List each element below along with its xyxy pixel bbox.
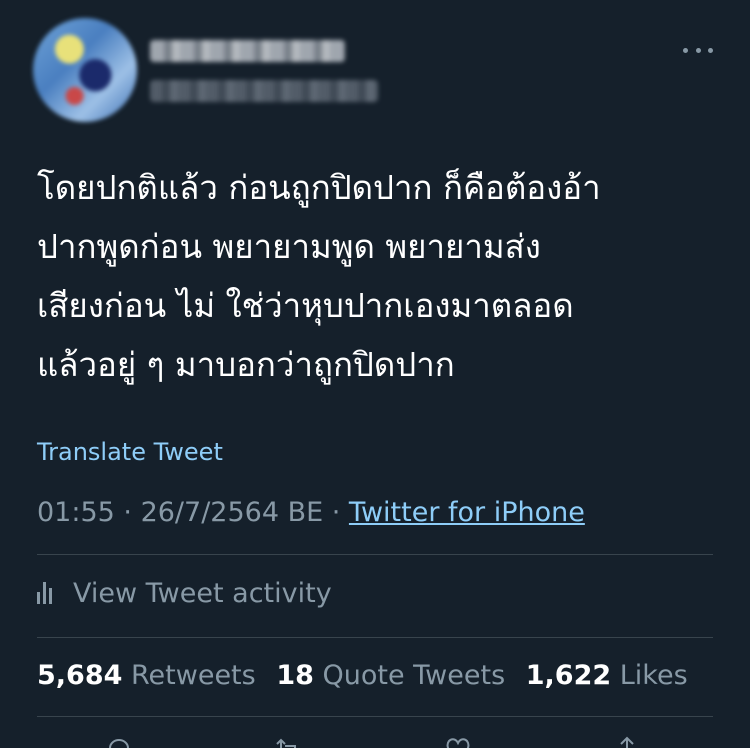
share-icon[interactable] — [612, 734, 642, 748]
divider — [37, 716, 713, 717]
likes-stat[interactable]: 1,622 Likes — [526, 660, 688, 691]
retweets-count: 5,684 — [37, 660, 123, 691]
tweet-action-bar — [0, 730, 750, 748]
quotes-label: Quote Tweets — [322, 660, 506, 691]
retweets-stat[interactable]: 5,684 Retweets — [37, 660, 256, 691]
meta-separator: · — [114, 497, 141, 528]
meta-separator: · — [323, 497, 349, 528]
likes-label: Likes — [619, 660, 688, 691]
more-horizontal-icon[interactable] — [683, 42, 713, 58]
author-name-blurred[interactable] — [150, 40, 345, 62]
like-icon[interactable] — [443, 734, 473, 748]
tweet-time[interactable]: 01:55 — [37, 497, 115, 528]
tweet-date[interactable]: 26/7/2564 BE — [141, 497, 324, 528]
reply-icon[interactable] — [104, 734, 134, 748]
tweet-text: โดยปกติแล้ว ก่อนถูกปิดปาก ก็คือต้องอ้า ป… — [37, 168, 601, 384]
retweets-label: Retweets — [131, 660, 256, 691]
retweet-icon[interactable] — [273, 734, 303, 748]
quotes-count: 18 — [276, 660, 314, 691]
avatar[interactable] — [33, 18, 137, 122]
translate-tweet-link[interactable]: Translate Tweet — [37, 438, 223, 466]
divider — [37, 554, 713, 555]
tweet-source-link[interactable]: Twitter for iPhone — [349, 497, 585, 528]
tweet-metadata: 01:55 · 26/7/2564 BE · Twitter for iPhon… — [37, 497, 585, 528]
likes-count: 1,622 — [525, 660, 612, 691]
quote-tweets-stat[interactable]: 18 Quote Tweets — [276, 660, 505, 691]
tweet-detail: โดยปกติแล้ว ก่อนถูกปิดปาก ก็คือต้องอ้า ป… — [0, 0, 750, 748]
engagement-stats: 5,684 Retweets 18 Quote Tweets 1,622 Lik… — [37, 660, 700, 691]
view-tweet-activity-button[interactable]: View Tweet activity — [37, 577, 332, 609]
analytics-bars-icon — [37, 582, 59, 604]
activity-label: View Tweet activity — [73, 577, 332, 609]
author-handle-blurred[interactable] — [150, 80, 378, 102]
divider — [37, 637, 713, 638]
